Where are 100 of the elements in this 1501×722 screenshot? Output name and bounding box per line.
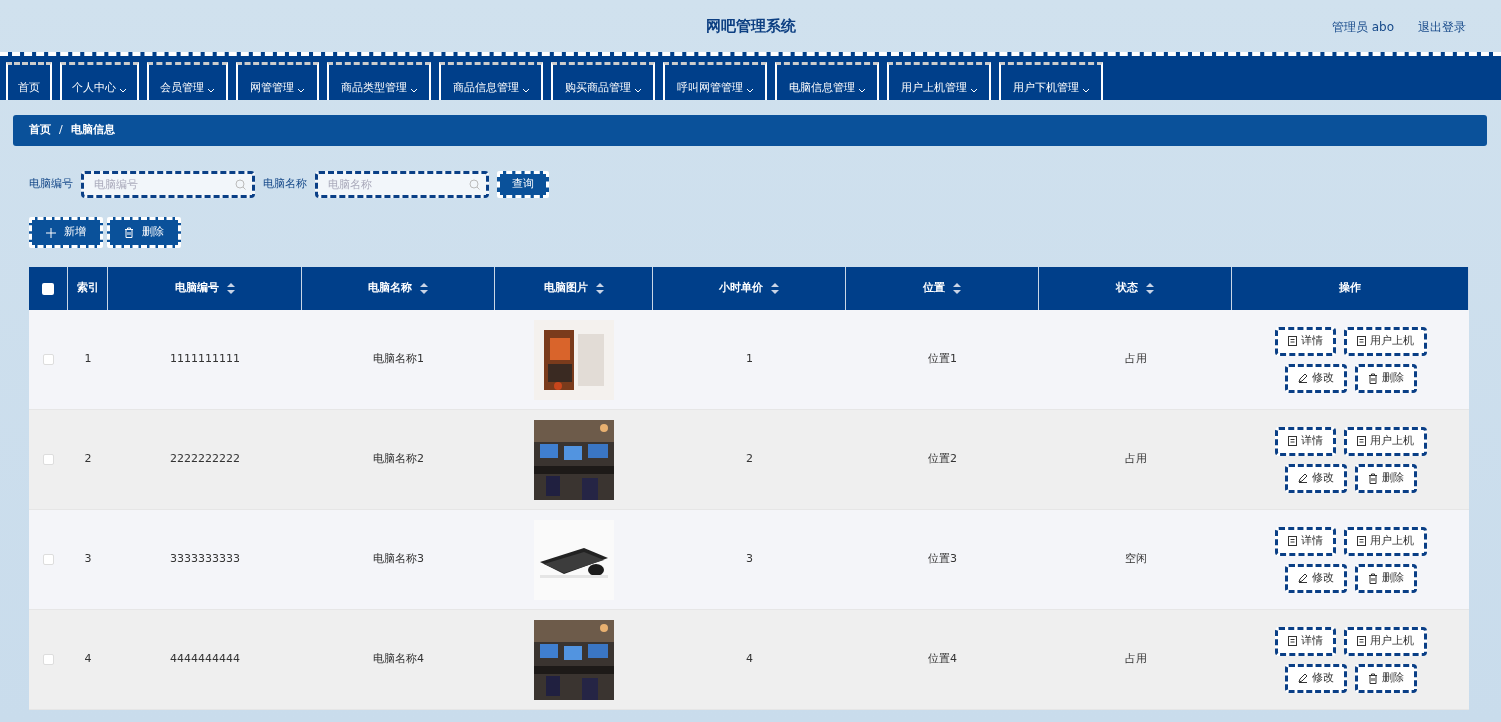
login-button[interactable]: 用户上机 bbox=[1343, 626, 1427, 656]
delete-button[interactable]: 删除 bbox=[1354, 463, 1417, 493]
row-checkbox[interactable] bbox=[43, 454, 54, 465]
nav-tab[interactable]: 商品类型管理 bbox=[327, 62, 431, 100]
nav-tab[interactable]: 会员管理 bbox=[147, 62, 228, 100]
table-cell: 1 bbox=[746, 351, 753, 368]
search-icon bbox=[235, 179, 246, 190]
table-cell: 电脑名称1 bbox=[373, 351, 424, 368]
document-icon bbox=[1287, 336, 1297, 346]
breadcrumb-link[interactable]: 首页 bbox=[29, 122, 51, 139]
delete-button[interactable]: 删除 bbox=[1354, 363, 1417, 393]
detail-button[interactable]: 详情 bbox=[1274, 426, 1336, 456]
select-all-checkbox[interactable] bbox=[42, 282, 54, 295]
delete-button[interactable]: 删除 bbox=[107, 217, 181, 248]
nav-tab[interactable]: 网管管理 bbox=[236, 62, 319, 100]
caret-icon bbox=[207, 88, 215, 94]
row-checkbox[interactable] bbox=[43, 554, 54, 565]
table-cell: 电脑名称2 bbox=[373, 451, 424, 468]
search-button[interactable]: 查询 bbox=[497, 171, 549, 198]
caret-icon bbox=[119, 88, 127, 94]
app-title: 网吧管理系统 bbox=[705, 15, 796, 37]
document-icon bbox=[1287, 636, 1297, 646]
column-header[interactable]: 电脑图片 bbox=[543, 280, 588, 297]
nav-tab[interactable]: 购买商品管理 bbox=[551, 62, 655, 100]
table-cell: 3333333333 bbox=[170, 551, 240, 568]
delete-button[interactable]: 删除 bbox=[1354, 663, 1417, 693]
caret-icon bbox=[297, 88, 305, 94]
row-checkbox[interactable] bbox=[43, 354, 54, 365]
nav-tab[interactable]: 用户下机管理 bbox=[999, 62, 1103, 100]
nav-tab[interactable]: 商品信息管理 bbox=[439, 62, 543, 100]
caret-icon bbox=[745, 88, 754, 94]
table-cell: 1 bbox=[84, 351, 92, 368]
nav-tab[interactable]: 首页 bbox=[6, 62, 52, 100]
table-cell: 4444444444 bbox=[170, 651, 240, 668]
document-icon bbox=[1287, 436, 1297, 446]
table-cell: 位置2 bbox=[928, 451, 957, 468]
search-field[interactable]: 电脑编号 bbox=[81, 171, 255, 198]
caret-icon bbox=[969, 88, 978, 94]
search-field[interactable]: 电脑名称 bbox=[315, 171, 489, 198]
column-header[interactable]: 状态 bbox=[1116, 280, 1138, 297]
delete-button[interactable]: 删除 bbox=[1354, 563, 1417, 593]
nav-tab[interactable]: 用户上机管理 bbox=[887, 62, 991, 100]
table-cell: 3 bbox=[84, 551, 92, 568]
edit-button[interactable]: 修改 bbox=[1284, 463, 1347, 493]
pen-icon bbox=[1297, 373, 1308, 383]
caret-icon bbox=[521, 88, 530, 94]
edit-button[interactable]: 修改 bbox=[1284, 663, 1347, 693]
search-icon bbox=[469, 179, 480, 190]
trash-icon bbox=[1367, 372, 1378, 384]
table-cell: 3 bbox=[746, 551, 753, 568]
table-cell: 位置4 bbox=[928, 651, 957, 668]
trash-icon bbox=[1367, 572, 1378, 584]
table-cell: 占用 bbox=[1124, 451, 1147, 468]
table-cell: 占用 bbox=[1124, 351, 1147, 368]
caret-icon bbox=[409, 88, 418, 94]
column-header[interactable]: 电脑编号 bbox=[174, 280, 219, 297]
logout-link[interactable]: 退出登录 bbox=[1418, 18, 1466, 36]
trash-icon bbox=[1367, 472, 1378, 484]
document-icon bbox=[1356, 536, 1366, 546]
detail-button[interactable]: 详情 bbox=[1274, 626, 1336, 656]
document-icon bbox=[1356, 436, 1366, 446]
pen-icon bbox=[1297, 673, 1308, 683]
document-icon bbox=[1356, 636, 1366, 646]
pen-icon bbox=[1297, 473, 1308, 483]
login-button[interactable]: 用户上机 bbox=[1343, 526, 1427, 556]
caret-icon bbox=[857, 88, 866, 94]
login-button[interactable]: 用户上机 bbox=[1343, 326, 1427, 356]
edit-button[interactable]: 修改 bbox=[1284, 563, 1347, 593]
row-checkbox[interactable] bbox=[43, 654, 54, 665]
add-button[interactable]: 新增 bbox=[29, 217, 103, 248]
table-cell: 4 bbox=[746, 651, 753, 668]
table-cell: 占用 bbox=[1124, 651, 1147, 668]
table-cell: 1111111111 bbox=[170, 351, 240, 368]
caret-icon bbox=[1081, 88, 1090, 94]
admin-link[interactable]: 管理员 abo bbox=[1331, 18, 1394, 36]
nav-tab[interactable]: 个人中心 bbox=[60, 62, 139, 100]
trash-icon bbox=[124, 227, 134, 238]
nav-tab[interactable]: 呼叫网管管理 bbox=[663, 62, 767, 100]
table-cell: 电脑名称4 bbox=[373, 651, 424, 668]
column-header: 操作 bbox=[1339, 280, 1361, 297]
nav-tab[interactable]: 电脑信息管理 bbox=[775, 62, 879, 100]
trash-icon bbox=[1367, 672, 1378, 684]
detail-button[interactable]: 详情 bbox=[1274, 526, 1336, 556]
table-cell: 2 bbox=[746, 451, 753, 468]
column-header[interactable]: 位置 bbox=[923, 280, 945, 297]
pen-icon bbox=[1297, 573, 1308, 583]
login-button[interactable]: 用户上机 bbox=[1343, 426, 1427, 456]
breadcrumb-current: 电脑信息 bbox=[70, 122, 115, 139]
column-header[interactable]: 电脑名称 bbox=[368, 280, 412, 297]
edit-button[interactable]: 修改 bbox=[1284, 363, 1347, 393]
table-cell: 4 bbox=[84, 651, 92, 668]
field-label: 电脑编号 bbox=[29, 176, 73, 193]
column-header[interactable]: 小时单价 bbox=[719, 280, 763, 297]
table-cell: 位置3 bbox=[928, 551, 957, 568]
table-cell: 2 bbox=[84, 451, 92, 468]
table-cell: 电脑名称3 bbox=[373, 551, 424, 568]
document-icon bbox=[1287, 536, 1297, 546]
document-icon bbox=[1356, 336, 1366, 346]
detail-button[interactable]: 详情 bbox=[1274, 326, 1336, 356]
caret-icon bbox=[633, 88, 642, 94]
